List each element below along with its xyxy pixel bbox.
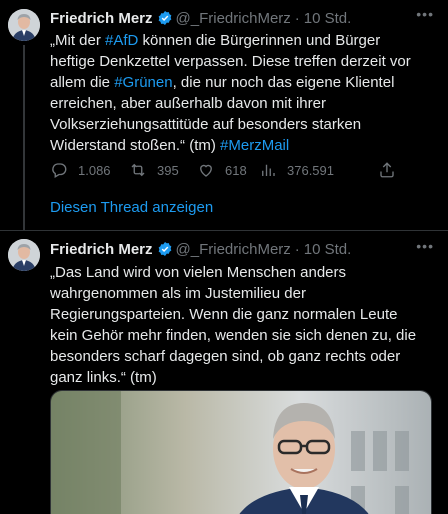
reply-count: 1.086	[78, 162, 111, 178]
like-count: 618	[225, 162, 247, 178]
tweet-text-line: ganz links.“ (tm)	[50, 369, 157, 386]
like-button[interactable]: 618	[197, 161, 259, 179]
separator-dot: ·	[294, 9, 300, 27]
tweet-timestamp[interactable]: 10 Std.	[304, 10, 352, 27]
author-handle[interactable]: @_FriedrichMerz	[176, 10, 291, 27]
author-handle[interactable]: @_FriedrichMerz	[176, 241, 291, 258]
reply-icon	[52, 163, 67, 178]
tweet-header: Friedrich Merz @_FriedrichMerz · 10 Std.	[50, 239, 351, 259]
thread-connector-line	[23, 45, 25, 231]
tweet-1[interactable]: Friedrich Merz @_FriedrichMerz · 10 Std.…	[0, 0, 448, 231]
tweet-header: Friedrich Merz @_FriedrichMerz · 10 Std.	[50, 8, 351, 28]
verified-badge-icon	[157, 10, 173, 26]
show-thread-link[interactable]: Diesen Thread anzeigen	[50, 199, 213, 216]
tweet-text: „Das Land wird von vielen Menschen ander…	[50, 262, 440, 388]
tweet-text-line: „Mit der #AfD können die Bürgerinnen und…	[50, 32, 381, 49]
view-count: 376.591	[287, 162, 334, 178]
avatar[interactable]	[8, 239, 40, 271]
tweet-text-line: allem die #Grünen, die nur noch das eige…	[50, 74, 395, 91]
reply-button[interactable]: 1.086	[50, 161, 129, 179]
more-icon[interactable]: •••	[416, 238, 434, 254]
retweet-icon	[131, 163, 145, 177]
views-icon	[262, 164, 275, 176]
retweet-button[interactable]: 395	[129, 161, 197, 179]
tweet-actions: 1.086 395 618 376.591	[50, 161, 349, 179]
tweet-text-line: erreichen, aber außerhalb davon mit ihre…	[50, 95, 326, 112]
tweet-text: „Mit der #AfD können die Bürgerinnen und…	[50, 30, 440, 156]
tweet-text-line: wahrgenommen als im Justemilieu der	[50, 285, 306, 302]
hashtag-afd[interactable]: #AfD	[105, 32, 138, 49]
more-icon[interactable]: •••	[416, 6, 434, 22]
author-name[interactable]: Friedrich Merz	[50, 10, 153, 27]
tweet-text-line: besonders scharf dagegen sind, ob ganz r…	[50, 348, 401, 365]
tweet-text-line: heftige Denkzettel verpassen. Diese tref…	[50, 53, 411, 70]
share-icon[interactable]	[378, 161, 396, 184]
tweet-text-line: Regierungsparteien. Wenn die ganz normal…	[50, 306, 398, 323]
heart-icon	[200, 164, 212, 177]
verified-badge-icon	[157, 241, 173, 257]
tweet-photo[interactable]	[50, 390, 432, 514]
author-name[interactable]: Friedrich Merz	[50, 241, 153, 258]
views-button[interactable]: 376.591	[259, 161, 349, 179]
tweet-text-line: Widerstand stoßen.“ (tm) #MerzMail	[50, 137, 290, 154]
tweet-2[interactable]: Friedrich Merz @_FriedrichMerz · 10 Std.…	[0, 232, 448, 514]
separator-dot: ·	[294, 240, 300, 258]
tweet-text-line: „Das Land wird von vielen Menschen ander…	[50, 264, 346, 281]
hashtag-gruenen[interactable]: #Grünen	[114, 74, 172, 91]
tweet-text-line: kein Gehör mehr finden, wenden sie sich …	[50, 327, 417, 344]
avatar[interactable]	[8, 9, 40, 41]
tweet-timestamp[interactable]: 10 Std.	[304, 241, 352, 258]
retweet-count: 395	[157, 162, 179, 178]
tweet-text-line: Volkserziehungsattitüde auf besonders st…	[50, 116, 362, 133]
hashtag-merzmail[interactable]: #MerzMail	[220, 137, 289, 154]
tweet-divider	[0, 230, 448, 231]
